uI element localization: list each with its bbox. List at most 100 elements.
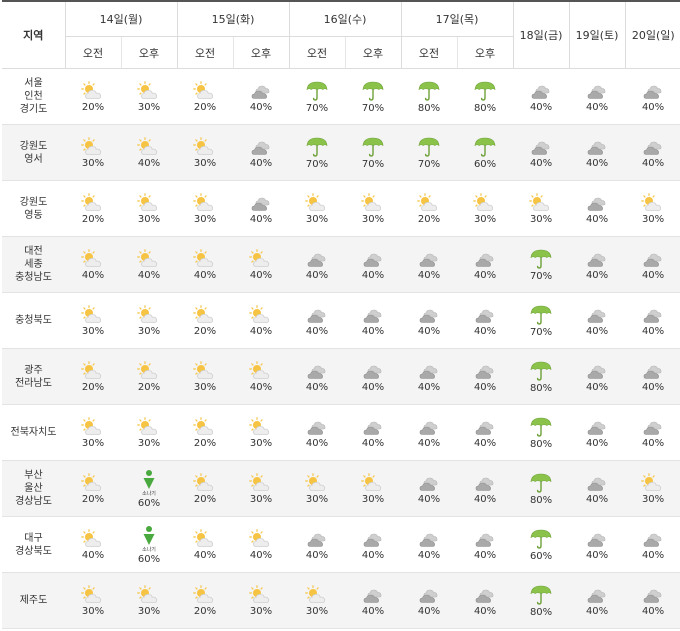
precip-probability: 40% [585, 605, 609, 617]
precip-probability: 40% [417, 549, 441, 561]
forecast-cell: 40% [625, 348, 680, 405]
partly-cloudy-icon [193, 360, 217, 381]
forecast-cell: 30% [121, 572, 178, 629]
forecast-cell: 70% [513, 292, 570, 349]
partly-cloudy-icon [193, 192, 217, 213]
forecast-cell: 80% [513, 460, 570, 517]
precip-probability: 30% [361, 493, 385, 505]
forecast-cell: 40% [345, 404, 402, 461]
region-cell: 제주도 [2, 572, 65, 629]
precip-probability: 40% [361, 325, 385, 337]
forecast-cell: 30% [65, 572, 121, 629]
day-header: 20일(일) [624, 0, 680, 69]
forecast-cell: 20% [177, 68, 234, 125]
precip-probability: 40% [81, 549, 105, 561]
partly-cloudy-icon [137, 416, 161, 437]
partly-cloudy-icon [249, 248, 273, 269]
forecast-cell: 20% [65, 348, 121, 405]
precip-probability: 40% [473, 493, 497, 505]
partly-cloudy-icon [137, 248, 161, 269]
cloudy-icon [473, 473, 497, 493]
forecast-cell: 40% [569, 68, 626, 125]
region-name-line: 강원도 [19, 140, 48, 152]
precip-probability: 40% [361, 269, 385, 281]
cloudy-icon [585, 137, 609, 157]
precip-probability: 40% [81, 269, 105, 281]
forecast-cell: 40% [345, 348, 402, 405]
rain-icon [473, 136, 497, 158]
forecast-cell: 20% [121, 348, 178, 405]
forecast-cell: 40% [625, 236, 680, 293]
partly-cloudy-icon [249, 584, 273, 605]
partly-cloudy-icon [81, 80, 105, 101]
cloudy-icon [473, 585, 497, 605]
precip-probability: 40% [305, 549, 329, 561]
forecast-cell: 40% [345, 572, 402, 629]
forecast-cell: 30% [233, 460, 290, 517]
forecast-cell: 30% [65, 124, 121, 181]
forecast-cell: 40% [233, 236, 290, 293]
precip-probability: 40% [417, 325, 441, 337]
region-cell: 부산 울산 경상남도 [2, 460, 65, 517]
forecast-cell: 20% [65, 460, 121, 517]
precip-probability: 40% [641, 605, 665, 617]
forecast-cell: 40% [569, 516, 626, 573]
day-header: 15일(화) [176, 0, 290, 37]
forecast-cell: 40% [289, 236, 346, 293]
forecast-cell: 40% [401, 348, 458, 405]
table-row: 전북자치도 30% 30% 20% 30% 40% 40% 40% 40% 80% 40% 40% [2, 404, 680, 461]
partly-cloudy-icon [473, 192, 497, 213]
forecast-cell: 40% [625, 516, 680, 573]
cloudy-icon [641, 585, 665, 605]
forecast-cell: 30% [625, 180, 680, 237]
precip-probability: 70% [529, 270, 553, 282]
cloudy-icon [305, 361, 329, 381]
forecast-cell: 40% [457, 236, 514, 293]
forecast-cell: 70% [289, 124, 346, 181]
precip-probability: 40% [361, 437, 385, 449]
cloudy-icon [641, 361, 665, 381]
region-name-line: 충청남도 [15, 272, 52, 283]
forecast-cell: 30% [177, 348, 234, 405]
region-cell: 대구 경상북도 [2, 516, 65, 573]
precip-probability: 40% [473, 325, 497, 337]
shower-label: 소나기 [142, 546, 156, 553]
rain-icon [361, 80, 385, 102]
cloudy-icon [529, 81, 553, 101]
precip-probability: 60% [529, 550, 553, 562]
partly-cloudy-icon [193, 80, 217, 101]
forecast-cell: 40% [625, 572, 680, 629]
cloudy-icon [361, 249, 385, 269]
forecast-cell: 20% [65, 180, 121, 237]
forecast-cell: 20% [177, 572, 234, 629]
shower-icon [137, 469, 161, 491]
forecast-cell: 80% [513, 404, 570, 461]
region-cell: 강원도 영동 [2, 180, 65, 237]
precip-probability: 40% [417, 269, 441, 281]
forecast-cell: 40% [569, 572, 626, 629]
region-name-line: 강원도 [19, 196, 48, 208]
forecast-cell: 30% [121, 68, 178, 125]
cloudy-icon [249, 137, 273, 157]
forecast-cell: 40% [121, 236, 178, 293]
forecast-cell: 40% [513, 68, 570, 125]
cloudy-icon [305, 417, 329, 437]
precip-probability: 40% [585, 493, 609, 505]
precip-probability: 40% [249, 213, 273, 225]
forecast-body: 서울 인천 경기도 20% 30% 20% 40% 70% 70% 80% 80% 40% 40% 40%… [2, 68, 680, 629]
forecast-cell: 60% [513, 516, 570, 573]
forecast-cell: 40% [625, 124, 680, 181]
am-header: 오전 [176, 36, 234, 69]
forecast-cell: 40% [625, 292, 680, 349]
forecast-cell: 30% [513, 180, 570, 237]
precip-probability: 20% [193, 493, 217, 505]
precip-probability: 40% [473, 381, 497, 393]
forecast-cell: 40% [177, 236, 234, 293]
forecast-cell: 40% [289, 292, 346, 349]
forecast-cell: 30% [345, 180, 402, 237]
precip-probability: 40% [473, 549, 497, 561]
precip-probability: 40% [473, 437, 497, 449]
cloudy-icon [473, 529, 497, 549]
precip-probability: 20% [81, 381, 105, 393]
precip-probability: 80% [473, 102, 497, 114]
